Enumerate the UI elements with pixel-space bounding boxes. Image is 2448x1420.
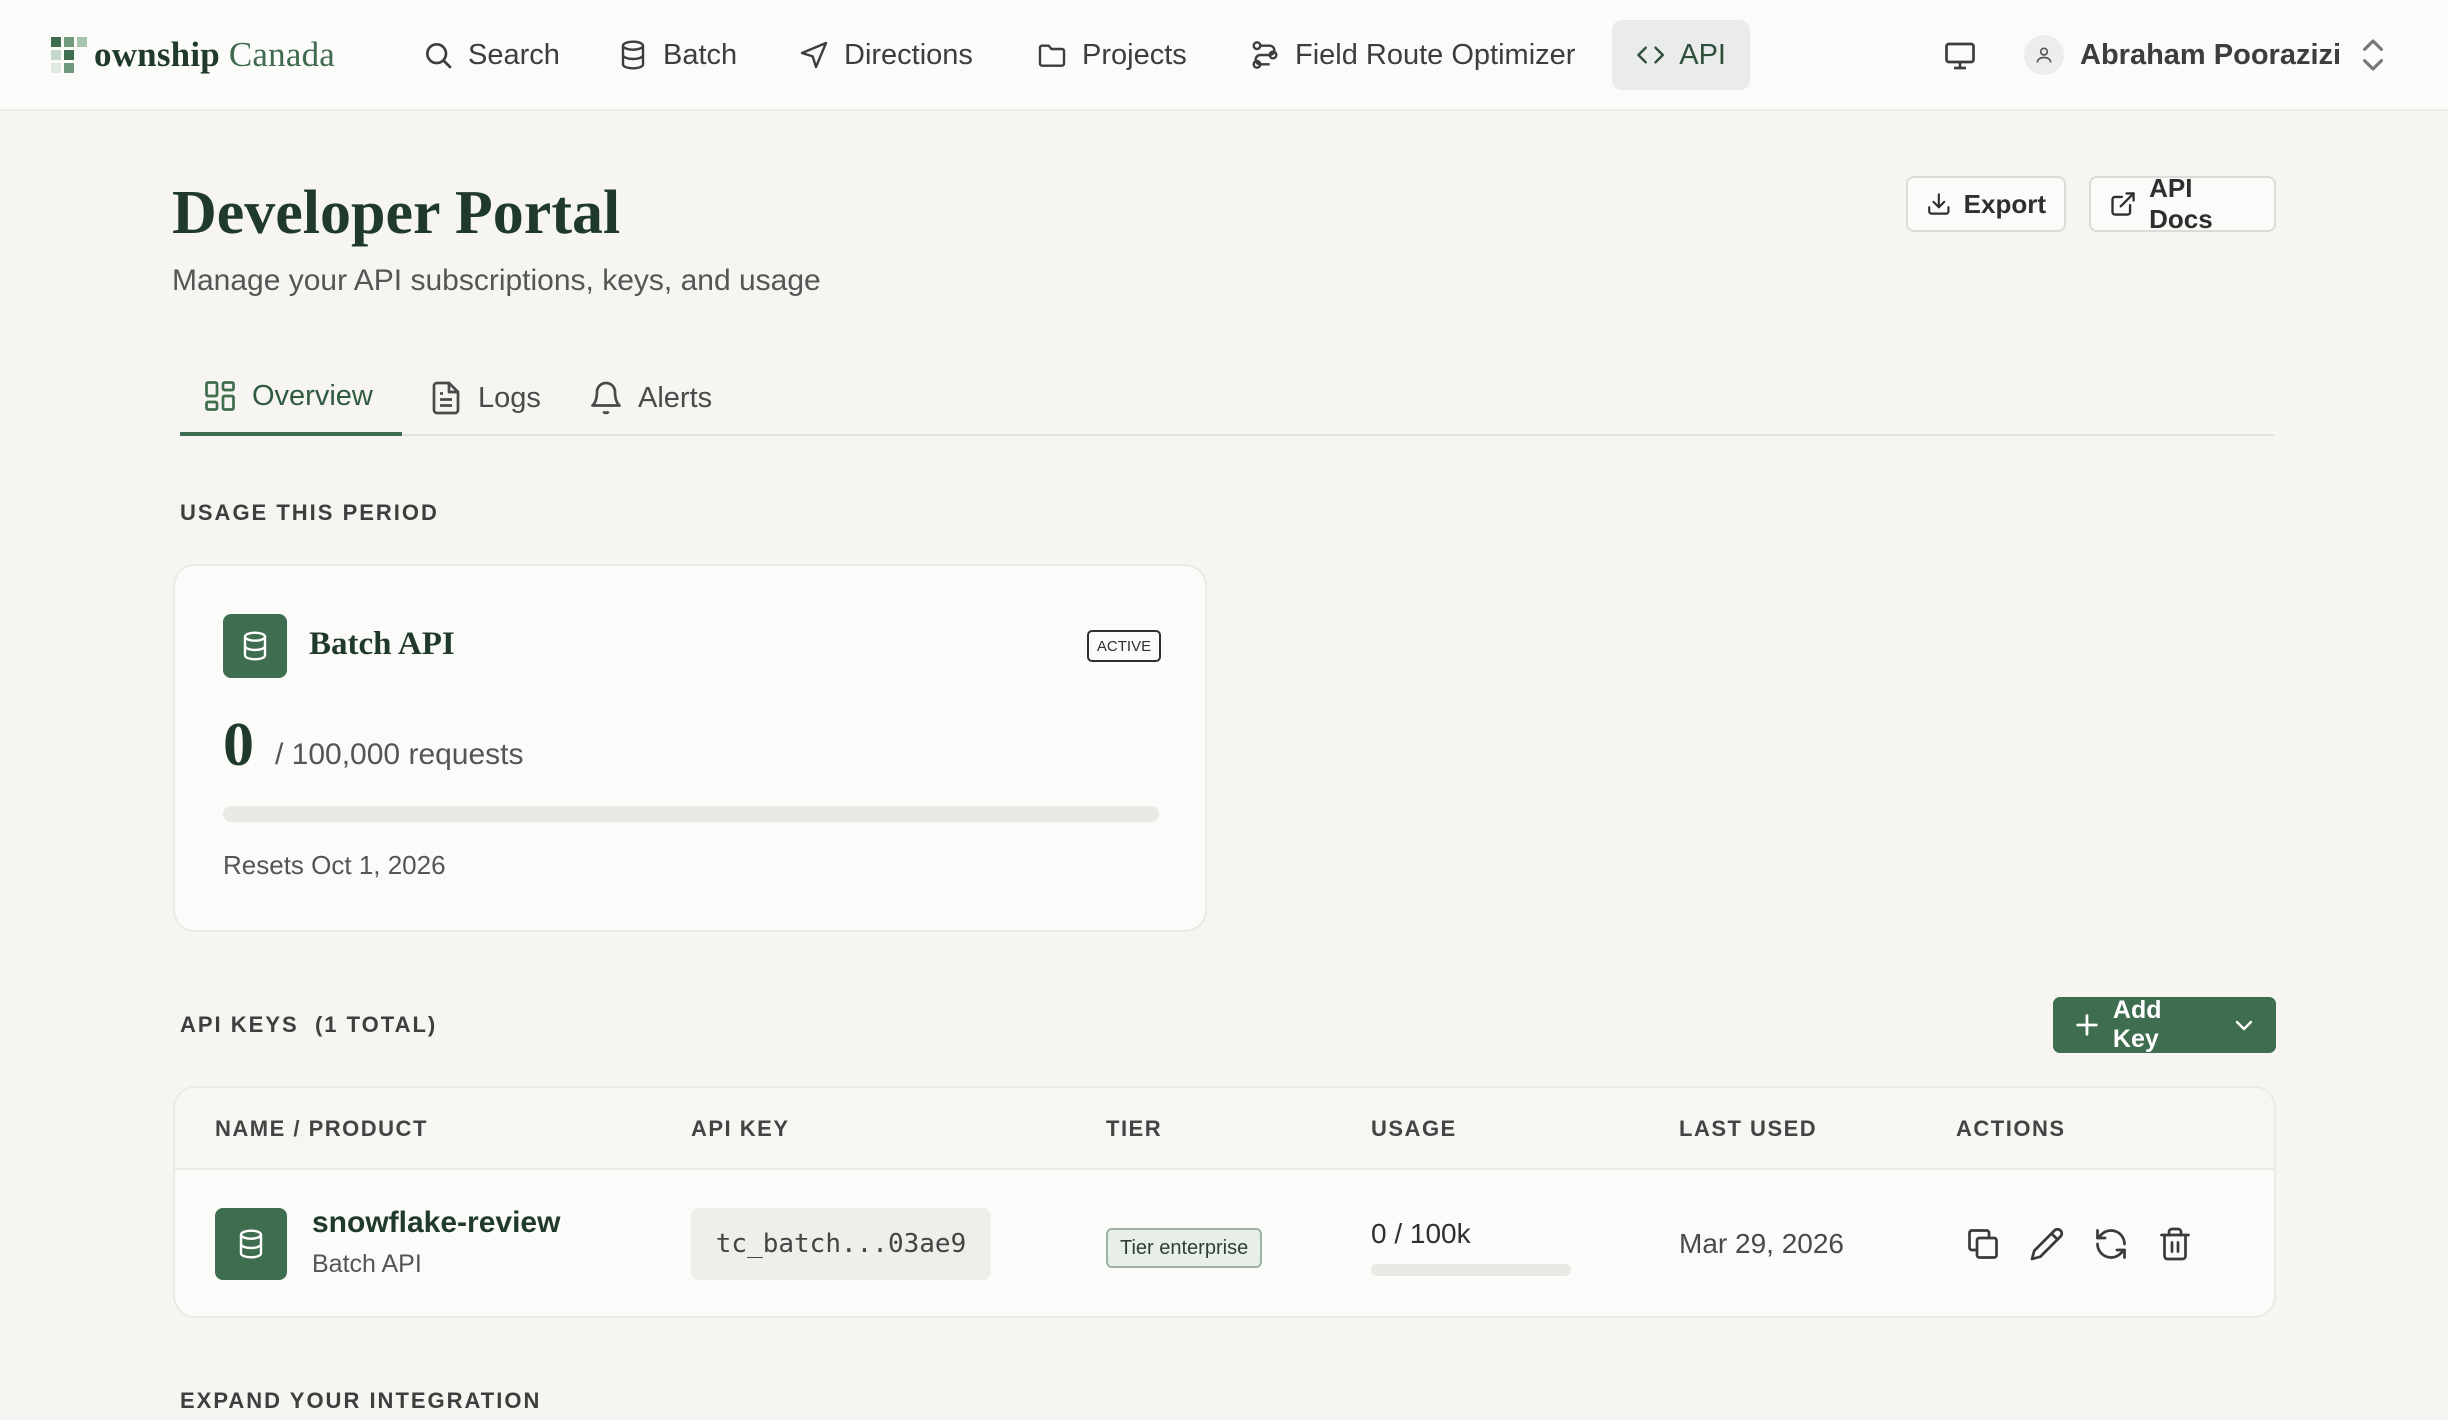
column-header: TIER: [1106, 1116, 1163, 1141]
api-docs-button[interactable]: API Docs: [2089, 173, 2276, 234]
column-header: USAGE: [1371, 1116, 1457, 1141]
database-icon: [243, 631, 267, 661]
tab-alerts[interactable]: Alerts: [588, 360, 712, 436]
chevron-down-icon: [2235, 1020, 2253, 1031]
api-keys-title: API KEYS: [180, 1012, 299, 1037]
nav-item-label: Projects: [1082, 38, 1187, 71]
api-keys-count: (1 TOTAL): [314, 1012, 438, 1037]
key-usage: 0 / 100k: [1371, 1218, 1471, 1249]
bell-icon: [591, 381, 621, 415]
plus-icon: [2076, 1014, 2098, 1036]
tab-label: Overview: [252, 379, 373, 412]
search-icon: [426, 43, 452, 69]
nav-item-projects[interactable]: Projects: [1012, 20, 1211, 90]
tab-label: Logs: [478, 381, 541, 414]
table-header: NAME / PRODUCT API KEY TIER USAGE LAST U…: [175, 1088, 2274, 1170]
last-used: Mar 29, 2026: [1679, 1228, 1844, 1259]
database-icon: [621, 40, 645, 70]
usage-progress-bar: [223, 806, 1159, 822]
user-icon: [2036, 47, 2052, 63]
nav-item-api[interactable]: API: [1612, 20, 1750, 90]
api-keys-table: NAME / PRODUCT API KEY TIER USAGE LAST U…: [173, 1086, 2276, 1318]
rotate-key-button[interactable]: [2093, 1226, 2133, 1266]
pencil-icon: [2030, 1227, 2064, 1261]
tab-label: Alerts: [638, 381, 713, 414]
download-icon: [1928, 193, 1950, 215]
export-label: Export: [1963, 188, 2046, 219]
nav-item-label: Batch: [663, 38, 738, 71]
delete-key-button[interactable]: [2157, 1226, 2197, 1266]
nav-item-label: API: [1679, 38, 1726, 71]
usage-count: 0: [223, 711, 254, 779]
nav-item-label: Field Route Optimizer: [1295, 38, 1576, 71]
nav-item-field-route-optimizer[interactable]: Field Route Optimizer: [1225, 20, 1599, 90]
tab-overview[interactable]: Overview: [180, 360, 402, 436]
database-icon: [239, 1229, 263, 1259]
export-button[interactable]: Export: [1906, 176, 2066, 232]
refresh-icon: [2096, 1229, 2126, 1259]
page-title: Developer Portal: [172, 179, 621, 247]
usage-limit: / 100,000 requests: [275, 738, 524, 771]
usage-section-label: USAGE THIS PERIOD: [180, 500, 439, 525]
product-icon: [223, 614, 287, 678]
nav-item-label: Search: [468, 38, 560, 71]
tier-badge: Tier enterprise: [1106, 1228, 1263, 1268]
tab-bar: Overview Logs Alerts: [180, 360, 2274, 436]
user-name: Abraham Poorazizi: [2080, 38, 2342, 71]
product-icon: [215, 1208, 287, 1280]
column-header: NAME / PRODUCT: [215, 1116, 428, 1141]
brand-logo[interactable]: ownship Canada: [50, 34, 335, 76]
key-usage-bar: [1371, 1264, 1571, 1276]
tab-logs[interactable]: Logs: [428, 360, 541, 436]
layout-grid-icon: [205, 381, 235, 411]
expand-section-label: EXPAND YOUR INTEGRATION: [180, 1388, 542, 1413]
page-subtitle: Manage your API subscriptions, keys, and…: [172, 264, 821, 297]
product-name: Batch API: [309, 626, 455, 662]
add-key-label: Add Key: [2112, 996, 2162, 1053]
file-text-icon: [432, 381, 460, 415]
nav-item-directions[interactable]: Directions: [774, 20, 997, 90]
api-docs-label: API Docs: [2149, 173, 2213, 234]
avatar: [2024, 35, 2064, 75]
copy-icon: [1968, 1229, 1998, 1259]
logo-text-rest: Canada: [219, 35, 336, 74]
add-key-button[interactable]: Add Key: [2053, 996, 2276, 1053]
copy-key-button[interactable]: [1965, 1226, 2005, 1266]
nav-item-label: Directions: [844, 38, 973, 71]
chevron-up-down-icon: [2363, 39, 2384, 71]
api-keys-section-label: API KEYS (1 TOTAL): [180, 1012, 437, 1038]
nav-item-search[interactable]: Search: [398, 20, 584, 90]
reset-date: Resets Oct 1, 2026: [223, 850, 446, 880]
key-name[interactable]: snowflake-review: [312, 1206, 560, 1240]
external-link-icon: [2111, 192, 2135, 216]
route-icon: [1252, 41, 1278, 69]
api-key-value: tc_batch...03ae9: [691, 1208, 991, 1280]
column-header: API KEY: [691, 1116, 790, 1141]
top-navigation: ownship Canada Search Batch Directions P…: [0, 0, 2448, 111]
monitor-icon[interactable]: [1942, 38, 1978, 74]
navigation-icon: [800, 41, 828, 69]
nav-item-batch[interactable]: Batch: [593, 20, 761, 90]
column-header: LAST USED: [1679, 1116, 1818, 1141]
code-icon: [1637, 46, 1665, 64]
folder-icon: [1038, 44, 1066, 67]
edit-key-button[interactable]: [2029, 1226, 2069, 1266]
usage-card: Batch API ACTIVE 0 / 100,000 requests Re…: [173, 564, 1207, 932]
user-menu[interactable]: Abraham Poorazizi: [2024, 30, 2387, 80]
trash-icon: [2160, 1227, 2190, 1261]
logo-text-bold: ownship: [94, 35, 220, 74]
logo-grid-icon: [51, 37, 87, 73]
key-product: Batch API: [312, 1250, 422, 1278]
status-badge: ACTIVE: [1087, 630, 1161, 662]
column-header: ACTIONS: [1956, 1116, 2066, 1141]
